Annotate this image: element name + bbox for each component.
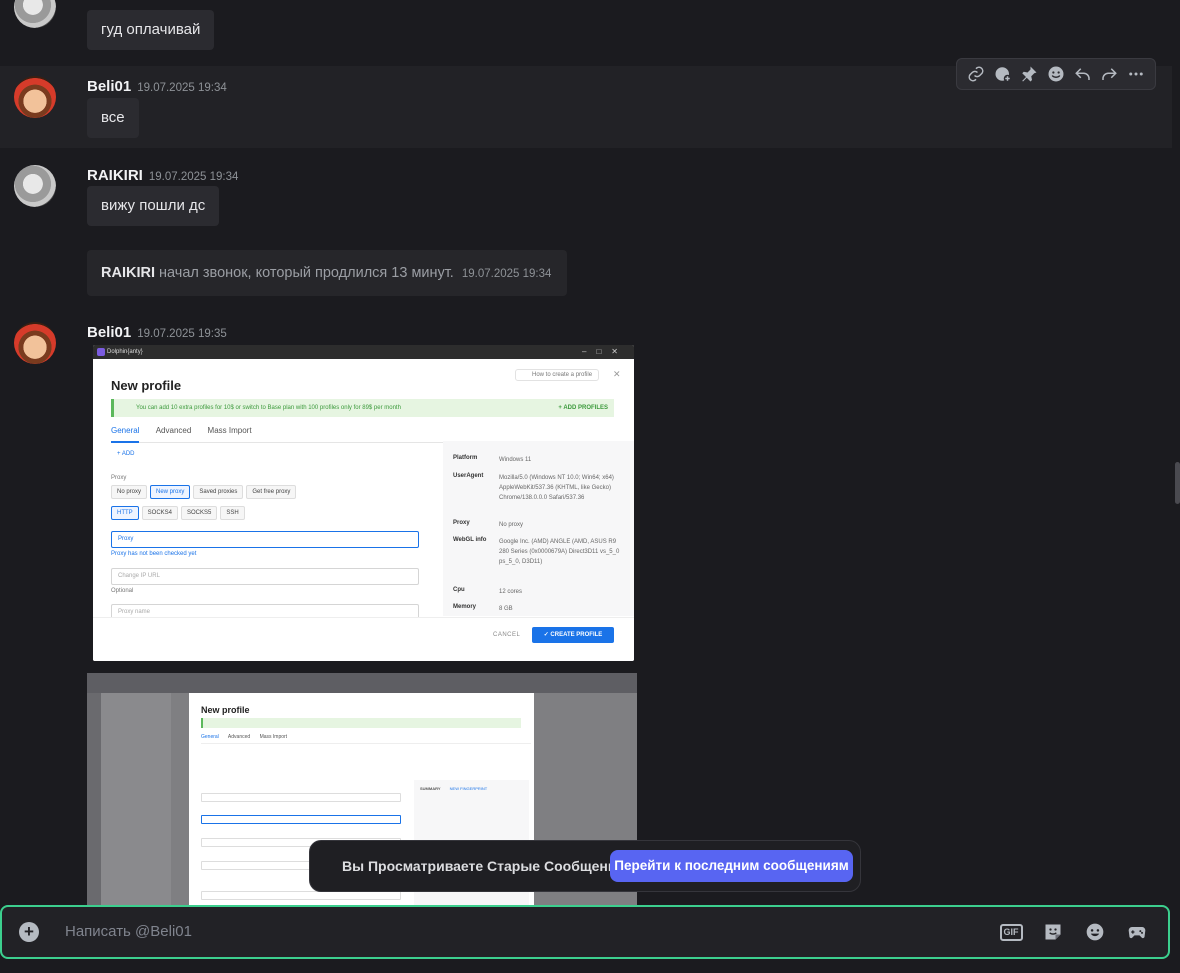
howto-link: How to create a profile: [515, 369, 600, 381]
dialog-footer: CANCEL ✓ CREATE PROFILE: [93, 617, 634, 661]
emoji-icon[interactable]: [1046, 64, 1066, 84]
avatar[interactable]: [14, 322, 56, 364]
call-text: начал звонок, который продлился 13 минут…: [159, 265, 454, 281]
window-controls: –□✕: [582, 347, 628, 356]
message-input[interactable]: Написать @Beli01: [65, 907, 192, 957]
add-attachment-icon[interactable]: +: [19, 922, 39, 942]
image-attachment[interactable]: Dolphin{anty} –□✕ New profile How to cre…: [93, 345, 634, 661]
jump-to-present-button[interactable]: Перейти к последним сообщениям: [610, 850, 853, 882]
scrollbar-thumb[interactable]: [1175, 462, 1180, 504]
message-author[interactable]: RAIKIRI 19.07.2025 19:34: [87, 167, 238, 184]
dialog-title: New profile: [111, 378, 182, 393]
avatar[interactable]: [14, 76, 56, 118]
summary-panel: Platform Windows 11 UserAgent Mozilla/5.0 …: [443, 441, 634, 616]
message-actions-toolbar: [956, 58, 1156, 90]
pin-icon[interactable]: [1019, 64, 1039, 84]
message-author[interactable]: Beli01 19.07.2025 19:34: [87, 78, 227, 95]
add-reaction-icon[interactable]: [993, 64, 1013, 84]
link-icon[interactable]: [966, 64, 986, 84]
message-timestamp: 19.07.2025 19:34: [148, 171, 239, 183]
sticker-icon[interactable]: [1042, 921, 1064, 943]
close-icon: ✕: [613, 369, 621, 379]
forward-icon[interactable]: [1099, 64, 1119, 84]
message-text: гуд оплачивай: [87, 10, 215, 50]
banner-text: Вы Просматриваете Старые Сообщения: [342, 858, 625, 874]
old-messages-banner: Вы Просматриваете Старые Сообщения Перей…: [309, 840, 861, 892]
message-text: все: [87, 98, 139, 138]
message-author[interactable]: Beli01 19.07.2025 19:35: [87, 324, 227, 341]
message-timestamp: 19.07.2025 19:35: [137, 328, 227, 340]
message-timestamp: 19.07.2025 19:34: [461, 268, 552, 280]
promo-banner: You can add 10 extra profiles for 10$ or…: [111, 399, 614, 417]
call-author[interactable]: RAIKIRI: [101, 265, 155, 281]
message-composer[interactable]: + Написать @Beli01 GIF: [0, 905, 1170, 959]
window-titlebar: Dolphin{anty} –□✕: [93, 345, 634, 359]
gamepad-icon[interactable]: [1126, 921, 1148, 943]
avatar[interactable]: [14, 165, 56, 207]
window-title: Dolphin{anty}: [107, 349, 143, 355]
reply-icon[interactable]: [1073, 64, 1093, 84]
dolphin-logo-icon: [97, 348, 105, 356]
message-text: вижу пошли дс: [87, 186, 220, 226]
more-icon[interactable]: [1126, 64, 1146, 84]
emoji-icon[interactable]: [1084, 921, 1106, 943]
general-form: + ADD Proxy No proxy New proxy Saved pro…: [111, 445, 423, 621]
avatar[interactable]: [14, 0, 56, 28]
gif-icon[interactable]: GIF: [999, 921, 1023, 943]
message-list: гуд оплачивай Beli01 19.07.2025 19:34 все: [0, 0, 1172, 905]
message-timestamp: 19.07.2025 19:34: [137, 82, 227, 94]
call-system-message: RAIKIRI начал звонок, который продлился …: [87, 250, 567, 296]
